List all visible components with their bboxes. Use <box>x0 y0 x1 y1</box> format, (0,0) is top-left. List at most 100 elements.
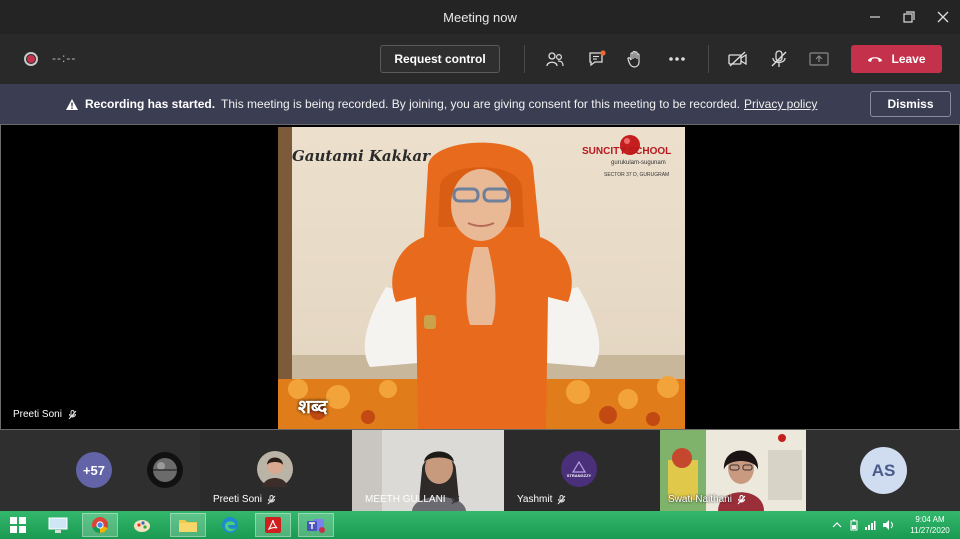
more-icon <box>669 57 685 61</box>
chevron-up-icon[interactable] <box>832 520 842 530</box>
participant-label: MEETH GULLANI <box>365 494 460 505</box>
school-tagline: gurukulam-sugunam <box>611 160 666 166</box>
shared-video-feed: Gautami Kakkar SUNCITY SCHOOL gurukulam-… <box>278 127 685 429</box>
participant-tile[interactable]: STRANGZZY Yashmit <box>504 430 656 511</box>
mic-muted-icon <box>451 494 459 504</box>
mic-toggle-button[interactable] <box>766 47 792 71</box>
battery-icon[interactable] <box>850 519 858 531</box>
logo-icon <box>572 460 586 473</box>
toolbar-divider <box>524 45 525 73</box>
dismiss-button[interactable]: Dismiss <box>870 91 951 117</box>
chrome-icon <box>92 517 108 534</box>
taskbar-app-edge[interactable] <box>212 513 248 537</box>
share-screen-button[interactable] <box>806 47 832 71</box>
leave-label: Leave <box>891 52 926 66</box>
taskbar-app-file-explorer[interactable] <box>170 513 206 537</box>
leave-button[interactable]: Leave <box>851 45 942 73</box>
video-bottom-caption: शब्द <box>298 397 328 418</box>
main-video-stage: Gautami Kakkar SUNCITY SCHOOL gurukulam-… <box>0 124 960 430</box>
network-signal-icon[interactable] <box>864 519 876 531</box>
participant-name: Yashmit <box>517 494 553 505</box>
chat-button[interactable] <box>584 47 610 71</box>
participant-label: Preeti Soni <box>213 494 276 505</box>
start-button[interactable] <box>0 513 36 537</box>
participant-label: Swati Naithani <box>668 494 746 505</box>
raise-hand-button[interactable] <box>622 47 648 71</box>
restore-icon <box>903 11 915 23</box>
volume-icon[interactable] <box>882 519 894 531</box>
windows-taskbar: 9:04 AM 11/27/2020 <box>0 511 960 539</box>
participant-avatar <box>257 451 293 487</box>
participant-name: MEETH GULLANI <box>365 494 446 505</box>
paint-icon <box>134 520 150 532</box>
participant-tile[interactable]: AS <box>806 430 960 511</box>
avatar-text: STRANGZZY <box>566 472 592 478</box>
participant-name: Preeti Soni <box>213 494 262 505</box>
raise-hand-icon <box>627 50 640 68</box>
teams-meeting-window: Meeting now --:-- Request control Leave … <box>0 0 960 539</box>
participant-video-tile[interactable]: Swati Naithani <box>660 430 806 511</box>
participant-tile[interactable]: Preeti Soni <box>200 430 352 511</box>
participant-avatar: STRANGZZY <box>561 451 597 487</box>
mic-muted-icon <box>737 494 746 504</box>
close-window-button[interactable] <box>926 0 960 34</box>
teams-icon <box>307 519 325 533</box>
more-participants-avatar[interactable]: +57 <box>76 452 112 488</box>
minimize-button[interactable] <box>858 0 892 34</box>
recording-indicator-icon <box>24 52 38 66</box>
system-tray: 9:04 AM 11/27/2020 <box>832 511 960 539</box>
video-name-caption: Gautami Kakkar <box>292 147 431 165</box>
participant-name: Swati Naithani <box>668 494 732 505</box>
close-icon <box>937 11 949 23</box>
taskbar-app-acrobat[interactable] <box>255 513 291 537</box>
edge-icon <box>222 517 238 533</box>
minimize-icon <box>870 16 880 18</box>
people-icon <box>546 52 564 67</box>
request-control-button[interactable]: Request control <box>380 45 500 73</box>
pdf-icon <box>265 517 281 533</box>
window-controls <box>858 0 960 34</box>
recording-banner: Recording has started. This meeting is b… <box>0 84 960 124</box>
monitor-icon <box>48 517 68 533</box>
participant-strip: +57 Preeti Soni MEETH GULLANI STRANGZZY … <box>0 430 960 511</box>
initials-avatar: AS <box>860 447 907 494</box>
clock-date: 11/27/2020 <box>910 526 950 535</box>
participants-button[interactable] <box>542 47 568 71</box>
mic-muted-icon <box>267 494 276 504</box>
taskbar-app-paint[interactable] <box>124 513 160 537</box>
title-bar: Meeting now <box>0 0 960 34</box>
taskbar-clock[interactable]: 9:04 AM 11/27/2020 <box>900 514 960 536</box>
taskbar-app-chrome[interactable] <box>82 513 118 537</box>
school-name-logo: SUNCITY SCHOOL <box>582 146 672 157</box>
warning-icon <box>65 97 79 111</box>
overflow-tile[interactable]: +57 <box>0 430 200 511</box>
mic-muted-icon <box>558 494 566 504</box>
chat-icon <box>589 50 606 67</box>
school-address: SECTOR 37 D, GURUGRAM <box>604 172 670 178</box>
participant-video-tile[interactable]: MEETH GULLANI <box>352 430 504 511</box>
restore-button[interactable] <box>892 0 926 34</box>
more-actions-button[interactable] <box>664 47 690 71</box>
folder-icon <box>179 520 197 532</box>
taskbar-app-explorer-view[interactable] <box>40 513 76 537</box>
clock-time: 9:04 AM <box>915 515 945 524</box>
share-screen-icon <box>809 52 829 66</box>
stage-participant-name: Preeti Soni <box>13 409 62 420</box>
stage-participant-label: Preeti Soni <box>13 409 77 420</box>
participant-label: Yashmit <box>517 494 566 505</box>
camera-toggle-button[interactable] <box>725 47 751 71</box>
banner-message: This meeting is being recorded. By joini… <box>221 97 740 111</box>
call-timer: --:-- <box>52 51 77 65</box>
privacy-policy-link[interactable]: Privacy policy <box>744 97 817 111</box>
toolbar-divider <box>708 45 709 73</box>
mic-off-icon <box>771 50 787 67</box>
taskbar-app-teams[interactable] <box>298 513 334 537</box>
windows-logo-icon <box>10 517 26 533</box>
mic-muted-icon <box>68 409 77 419</box>
window-title: Meeting now <box>443 9 517 25</box>
hang-up-icon <box>868 57 883 62</box>
call-toolbar: --:-- Request control Leave <box>0 34 960 84</box>
banner-title: Recording has started. <box>85 97 216 111</box>
camera-off-icon <box>728 51 747 67</box>
profile-picture <box>147 452 183 488</box>
